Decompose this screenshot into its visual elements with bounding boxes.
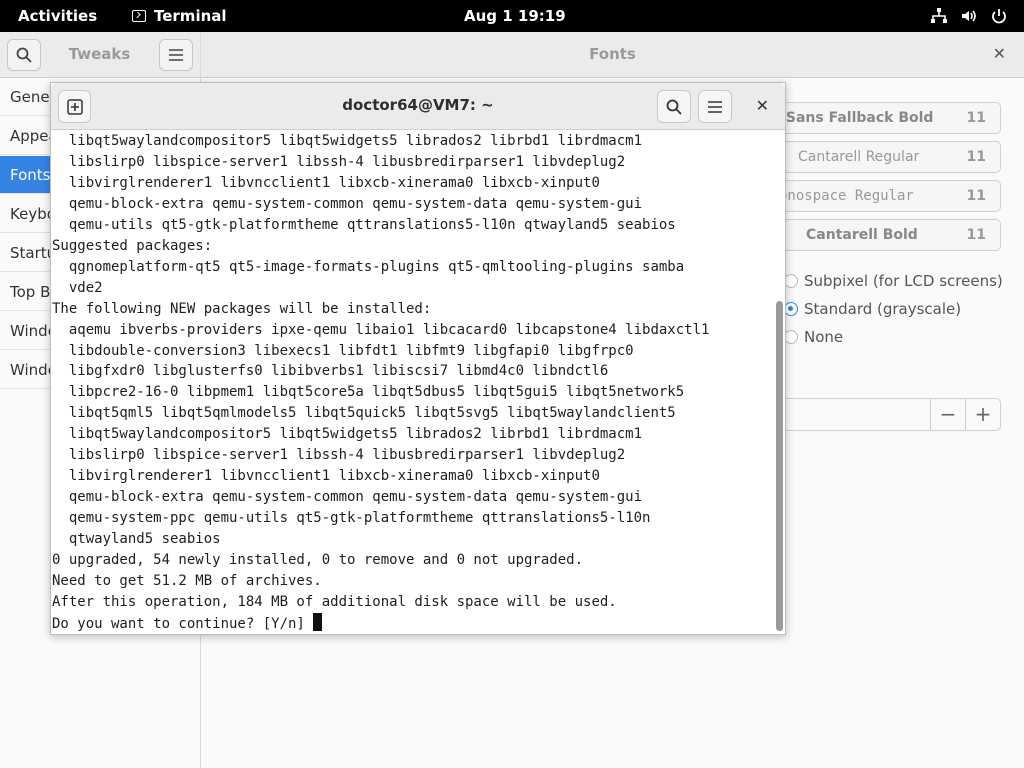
- radio-button[interactable]: [784, 302, 798, 316]
- radio-button[interactable]: [784, 330, 798, 344]
- radio-label: Subpixel (for LCD screens): [804, 272, 1003, 290]
- terminal-close-button[interactable]: ✕: [756, 96, 769, 115]
- radio-none[interactable]: None: [784, 328, 843, 346]
- search-icon: [16, 47, 32, 63]
- sidebar-header: Tweaks: [0, 32, 200, 78]
- terminal-lines: libqt5waylandcompositor5 libqt5widgets5 …: [52, 133, 710, 632]
- clock[interactable]: Aug 1 19:19: [464, 7, 566, 25]
- terminal-icon: [132, 10, 146, 22]
- font-button-monospace[interactable]: onospace Regular 11: [770, 180, 1001, 212]
- terminal-text: libqt5waylandcompositor5 libqt5widgets5 …: [51, 130, 773, 635]
- terminal-cursor: [313, 612, 323, 631]
- scaling-factor-spinner[interactable]: − +: [780, 398, 1001, 431]
- font-size: 11: [966, 110, 986, 126]
- panel-header: Fonts ✕: [201, 32, 1024, 78]
- decrease-button[interactable]: −: [930, 399, 965, 430]
- font-name: onospace Regular: [779, 188, 914, 204]
- font-button-legacy-titles[interactable]: Cantarell Bold 11: [770, 219, 1001, 251]
- radio-standard[interactable]: Standard (grayscale): [784, 300, 961, 318]
- radio-label: Standard (grayscale): [804, 300, 962, 318]
- terminal-output[interactable]: libqt5waylandcompositor5 libqt5widgets5 …: [51, 130, 773, 635]
- font-button-document[interactable]: Cantarell Regular 11: [770, 141, 1001, 173]
- terminal-headerbar: doctor64@VM7: ~ ✕: [51, 83, 785, 130]
- hamburger-icon: [169, 49, 183, 61]
- font-button-interface[interactable]: d Sans Fallback Bold 11: [770, 102, 1001, 134]
- top-bar: Activities Terminal Aug 1 19:19: [0, 0, 1024, 32]
- terminal-search-button[interactable]: [657, 90, 691, 123]
- hamburger-icon: [708, 100, 722, 113]
- font-size: 11: [966, 188, 986, 204]
- radio-subpixel[interactable]: Subpixel (for LCD screens): [784, 272, 1003, 290]
- font-size: 11: [966, 149, 986, 165]
- system-tray[interactable]: [930, 7, 1008, 25]
- app-name: Terminal: [154, 7, 227, 25]
- tweaks-title: Tweaks: [68, 45, 131, 63]
- search-button[interactable]: [7, 39, 41, 71]
- font-name: Cantarell Bold: [806, 227, 918, 243]
- network-icon: [931, 8, 947, 23]
- volume-icon: [962, 10, 976, 22]
- radio-button[interactable]: [784, 274, 798, 288]
- main-menu-button[interactable]: [159, 39, 193, 71]
- radio-label: None: [804, 328, 844, 346]
- terminal-menu-button[interactable]: [698, 90, 732, 123]
- activities-button[interactable]: Activities: [18, 7, 97, 25]
- font-name: d Sans Fallback Bold: [771, 110, 934, 126]
- panel-title: Fonts: [589, 45, 636, 63]
- font-name: Cantarell Regular: [798, 149, 920, 165]
- terminal-scrollbar[interactable]: [776, 301, 783, 631]
- increase-button[interactable]: +: [965, 399, 1000, 430]
- terminal-window[interactable]: doctor64@VM7: ~ ✕ libqt5waylandcomposito…: [50, 82, 786, 635]
- search-icon: [666, 99, 682, 115]
- tweaks-close-button[interactable]: ✕: [993, 44, 1006, 63]
- app-menu-button[interactable]: Terminal: [132, 7, 227, 25]
- font-size: 11: [966, 227, 986, 243]
- power-icon: [992, 9, 1006, 24]
